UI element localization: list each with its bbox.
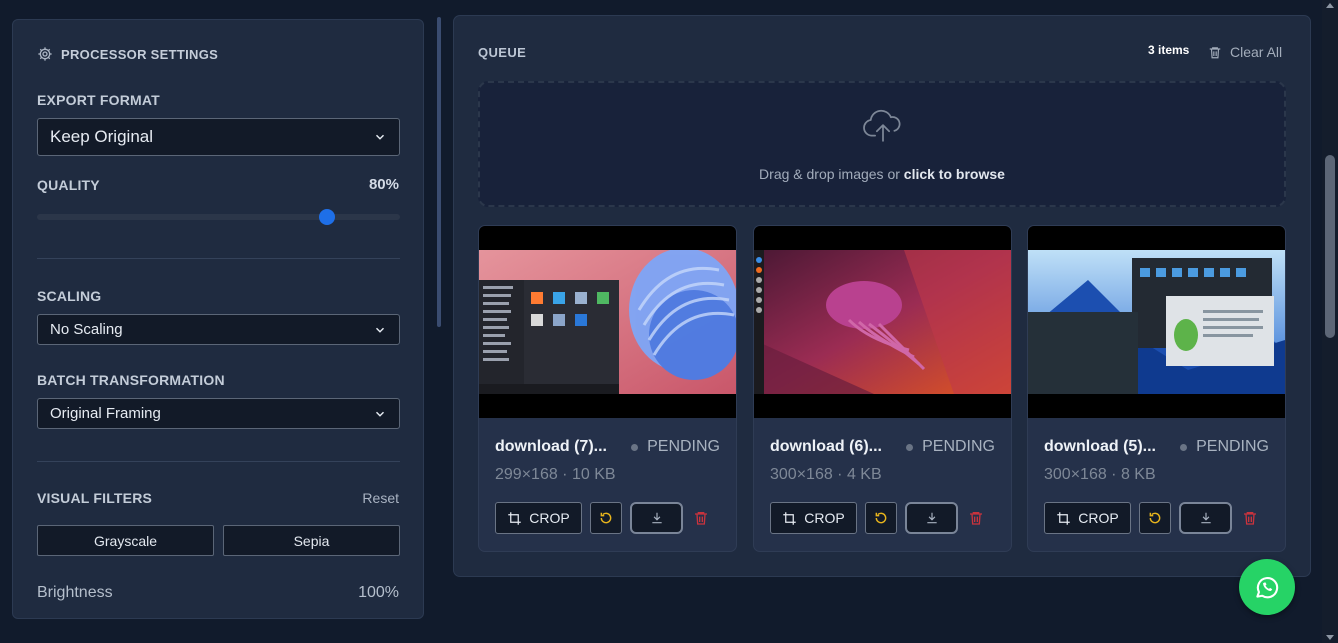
export-format-value: Keep Original (50, 127, 154, 146)
clear-all-label: Clear All (1230, 44, 1283, 60)
brightness-value: 100% (358, 584, 399, 601)
image-thumbnail (479, 226, 736, 418)
quality-slider[interactable] (37, 209, 400, 225)
dropzone-text: Drag & drop images or click to browse (480, 166, 1284, 182)
clear-all-button[interactable]: Clear All (1208, 44, 1282, 60)
crop-icon (783, 511, 797, 525)
status-dot (906, 443, 914, 451)
queue-title: QUEUE (478, 45, 527, 60)
whatsapp-icon (1256, 577, 1279, 599)
rotate-icon (600, 512, 612, 524)
status-badge: PENDING (906, 438, 995, 456)
status-badge: PENDING (1180, 438, 1269, 456)
status-text: PENDING (647, 438, 720, 455)
crop-button[interactable]: CROP (770, 502, 857, 534)
divider (37, 461, 400, 462)
rotate-button[interactable] (590, 502, 622, 534)
divider (37, 258, 400, 259)
download-button[interactable] (630, 502, 683, 534)
settings-title: PROCESSOR SETTINGS (61, 46, 219, 62)
chevron-down-icon (375, 327, 385, 333)
item-name: download (7)... (495, 438, 607, 455)
dropzone-prefix: Drag & drop images or (759, 166, 904, 182)
scaling-label: SCALING (37, 288, 102, 304)
item-meta: 300×168 · 4 KB (770, 466, 882, 483)
whatsapp-button[interactable] (1239, 559, 1295, 615)
status-dot (631, 443, 639, 451)
delete-button[interactable] (1242, 509, 1258, 527)
download-icon (926, 512, 937, 524)
gear-icon (38, 47, 52, 61)
rotate-button[interactable] (865, 502, 897, 534)
scaling-select[interactable]: No Scaling (37, 314, 400, 345)
batch-transformation-value: Original Framing (50, 405, 161, 422)
crop-label: CROP (529, 510, 570, 526)
crop-icon (1057, 511, 1071, 525)
settings-header: PROCESSOR SETTINGS (37, 46, 218, 62)
download-button[interactable] (1179, 502, 1232, 534)
crop-button[interactable]: CROP (495, 502, 582, 534)
quality-label: QUALITY (37, 177, 100, 193)
chevron-down-icon (375, 411, 385, 417)
processor-settings-panel: PROCESSOR SETTINGS EXPORT FORMAT Keep Or… (12, 19, 424, 619)
export-format-select[interactable]: Keep Original (37, 118, 400, 156)
trash-icon (1209, 46, 1221, 58)
browse-link[interactable]: click to browse (904, 166, 1005, 182)
item-name: download (6)... (770, 438, 882, 455)
delete-button[interactable] (693, 509, 709, 527)
scaling-value: No Scaling (50, 321, 123, 338)
status-dot (1180, 443, 1188, 451)
batch-transformation-label: BATCH TRANSFORMATION (37, 372, 225, 388)
queue-item: download (6)... PENDING 300×168 · 4 KB C… (753, 225, 1012, 552)
cloud-upload-icon (863, 109, 901, 142)
download-icon (651, 512, 662, 524)
quality-slider-thumb[interactable] (319, 209, 336, 225)
item-name: download (5)... (1044, 438, 1156, 455)
rotate-button[interactable] (1139, 502, 1171, 534)
status-badge: PENDING (631, 438, 720, 456)
crop-button[interactable]: CROP (1044, 502, 1131, 534)
reset-filters-button[interactable]: Reset (362, 490, 399, 506)
sepia-button[interactable]: Sepia (223, 525, 400, 556)
rotate-icon (875, 512, 887, 524)
dropzone[interactable]: Drag & drop images or click to browse (478, 81, 1286, 207)
grayscale-button[interactable]: Grayscale (37, 525, 214, 556)
queue-item: download (5)... PENDING 300×168 · 8 KB C… (1027, 225, 1286, 552)
brightness-label: Brightness (37, 584, 113, 601)
crop-label: CROP (1078, 510, 1119, 526)
download-icon (1200, 512, 1211, 524)
export-format-label: EXPORT FORMAT (37, 92, 160, 108)
queue-count: 3 items (1148, 43, 1190, 57)
page-scrollbar[interactable] (1322, 0, 1338, 643)
status-text: PENDING (1196, 438, 1269, 455)
scroll-down-arrow[interactable] (1326, 635, 1334, 640)
queue-item: download (7)... PENDING 299×168 · 10 KB … (478, 225, 737, 552)
crop-icon (508, 511, 522, 525)
status-text: PENDING (922, 438, 995, 455)
item-meta: 300×168 · 8 KB (1044, 466, 1156, 483)
download-button[interactable] (905, 502, 958, 534)
scrollbar-thumb[interactable] (1325, 155, 1335, 338)
rotate-icon (1149, 512, 1161, 524)
visual-filters-label: VISUAL FILTERS (37, 490, 153, 506)
thumbnail-image (479, 250, 736, 394)
crop-label: CROP (804, 510, 845, 526)
item-meta: 299×168 · 10 KB (495, 466, 616, 483)
thumbnail-image (1028, 250, 1285, 394)
scroll-up-arrow[interactable] (1326, 3, 1334, 8)
thumbnail-image (754, 250, 1011, 394)
quality-value: 80% (368, 176, 399, 193)
delete-button[interactable] (968, 509, 984, 527)
image-thumbnail (1028, 226, 1285, 418)
image-thumbnail (754, 226, 1011, 418)
queue-panel: QUEUE 3 items Clear All Drag & drop imag… (453, 15, 1311, 577)
chevron-down-icon (375, 134, 385, 140)
batch-transformation-select[interactable]: Original Framing (37, 398, 400, 429)
settings-scrollbar[interactable] (437, 17, 441, 327)
